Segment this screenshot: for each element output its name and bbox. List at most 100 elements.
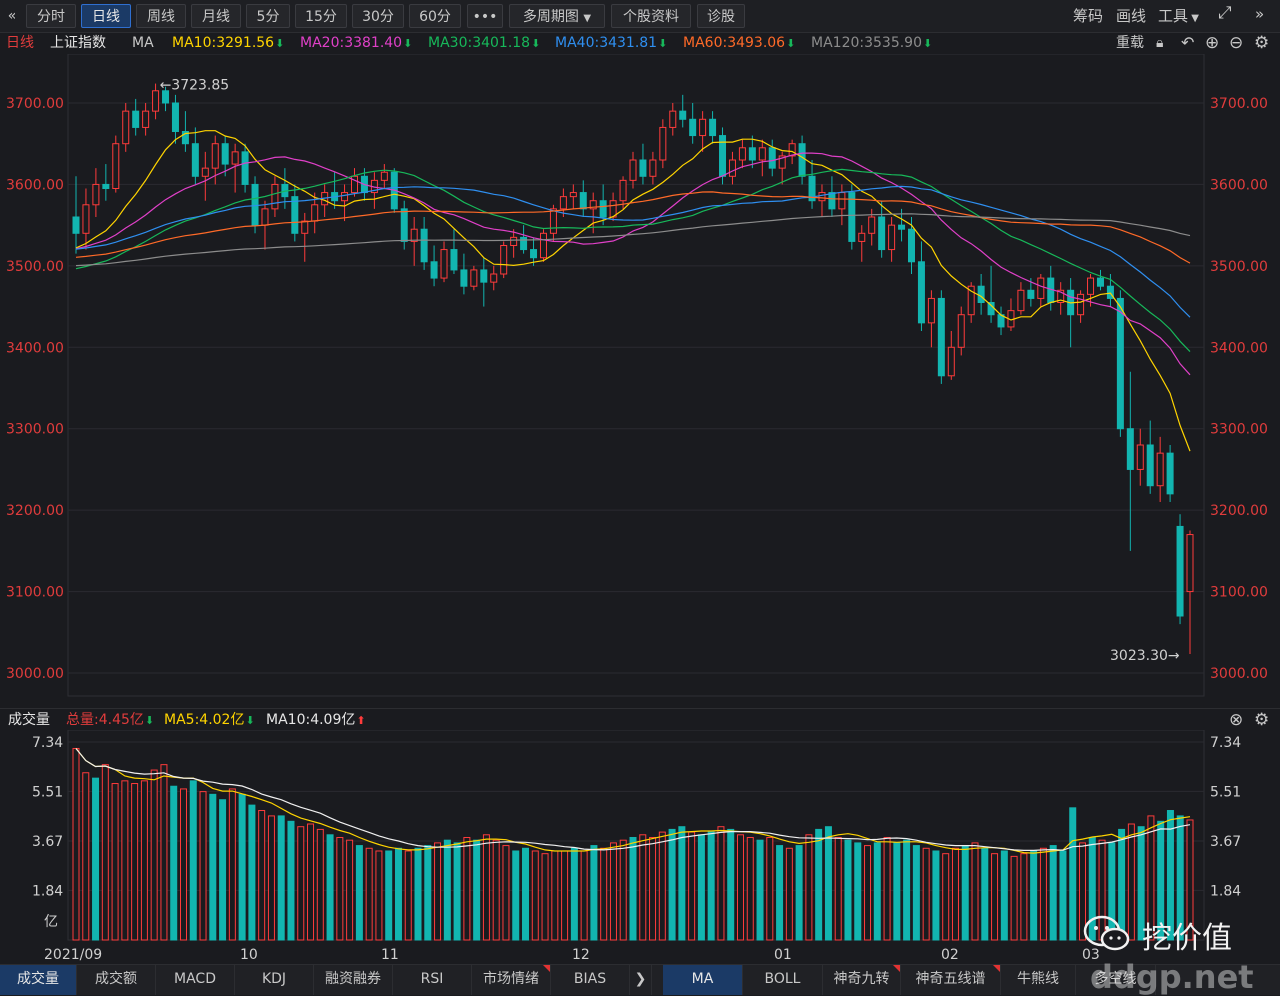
indicator-tab[interactable]: RSI [393, 965, 472, 995]
zoom-in-icon[interactable]: ⊕ [1205, 32, 1219, 54]
tab-60min[interactable]: 60分 [409, 4, 461, 28]
tab-monthly[interactable]: 月线 [191, 4, 241, 28]
candle-body [221, 143, 229, 165]
candle-body [868, 216, 876, 234]
volume-bar [736, 834, 744, 941]
y-tick-label-left: 3300.00 [6, 422, 64, 438]
candle-body [301, 220, 309, 234]
volume-bar [326, 834, 334, 941]
indicator-tabs-bar: 成交量 成交额 MACD KDJ 融资融券 RSI 市场情绪 BIAS ❯ MA BOLL 神奇九… [0, 964, 1280, 995]
overlay-tab[interactable]: 神奇九转 [823, 965, 901, 995]
close-icon[interactable]: ⊗ [1229, 709, 1243, 731]
expand-icon[interactable]: ⤢ [1218, 3, 1232, 23]
candle-body [171, 102, 179, 132]
forward-arrow-icon[interactable]: » [1255, 5, 1264, 23]
indicator-tab[interactable]: MACD [156, 965, 235, 995]
multi-period-dropdown[interactable]: 多周期图 ▼ [509, 4, 605, 28]
candle-body [380, 171, 388, 181]
volume-bar [277, 815, 285, 941]
flag-badge [893, 965, 900, 972]
flag-badge [993, 965, 1000, 972]
volume-bar [219, 799, 227, 941]
volume-bar [463, 836, 471, 941]
indicator-tab[interactable]: 成交额 [77, 965, 156, 995]
volume-bar [815, 828, 823, 941]
volume-bar [942, 853, 950, 941]
overlay-tab[interactable]: BOLL [743, 965, 823, 995]
volume-bar [717, 826, 725, 941]
lock-icon[interactable]: 🔒︎ [1156, 32, 1163, 54]
candle-body [639, 159, 647, 177]
overlay-tab[interactable]: 神奇五线谱 [901, 965, 1001, 995]
overlay-tab[interactable]: 牛熊线 [1001, 965, 1076, 995]
candle-body [1116, 297, 1124, 430]
volume-bar [629, 836, 637, 941]
ma-legend-bar: 日线 上证指数 MA MA10:3291.56⬇ MA20:3381.40⬇ M… [0, 32, 1280, 54]
volume-bar [619, 839, 627, 941]
candle-body [559, 196, 567, 210]
candle-body [947, 346, 955, 377]
vol-y-tick-left: 7.34 [32, 735, 63, 751]
volume-bar [697, 834, 705, 941]
tabs-scroll-right-icon[interactable]: ❯ [630, 965, 652, 995]
candle-body [311, 204, 319, 222]
indicator-tab[interactable]: 融资融券 [314, 965, 393, 995]
draw-line-button[interactable]: 画线 [1116, 5, 1146, 26]
diagnose-button[interactable]: 诊股 [697, 4, 745, 28]
volume-bar [336, 836, 344, 941]
candle-body [798, 143, 806, 177]
ma120-value: MA120:3535.90⬇ [811, 35, 933, 51]
volume-bar [561, 850, 569, 941]
candle-body [500, 245, 508, 275]
volume-title[interactable]: 成交量 [8, 709, 50, 731]
candle-body [530, 249, 538, 259]
candle-body [858, 232, 866, 242]
tools-label: 工具 [1158, 7, 1189, 25]
indicator-tab[interactable]: BIAS [551, 965, 630, 995]
candle-body [92, 183, 100, 206]
settings-gear-icon[interactable]: ⚙ [1254, 32, 1269, 54]
tab-15min[interactable]: 15分 [295, 4, 347, 28]
tools-dropdown[interactable]: 工具 ▼ [1158, 5, 1199, 26]
more-button[interactable]: ••• [467, 4, 503, 28]
candle-body [1156, 452, 1164, 487]
volume-bar [131, 783, 139, 941]
tab-5min[interactable]: 5分 [246, 4, 290, 28]
overlay-tab[interactable]: MA [663, 965, 743, 995]
candle-body [649, 159, 657, 177]
volume-bar [297, 826, 305, 941]
tab-daily[interactable]: 日线 [81, 4, 131, 28]
tab-weekly[interactable]: 周线 [136, 4, 186, 28]
settings-gear-icon[interactable]: ⚙ [1254, 709, 1269, 731]
indicator-tab[interactable]: 成交量 [0, 965, 77, 995]
candle-body [112, 143, 120, 189]
indicator-tab[interactable]: 市场情绪 [472, 965, 551, 995]
back-arrow-icon[interactable]: « [2, 4, 22, 28]
dropdown-caret-icon: ▼ [1188, 13, 1199, 24]
candlestick-chart[interactable]: 3700.00 3700.00 3600.00 3600.00 3500.00 3500.… [0, 54, 1280, 708]
candle-body [758, 147, 766, 161]
zoom-out-icon[interactable]: ⊖ [1229, 32, 1243, 54]
chips-button[interactable]: 筹码 [1073, 5, 1103, 26]
tab-intraday[interactable]: 分时 [26, 4, 76, 28]
volume-bar [756, 839, 764, 941]
stock-info-button[interactable]: 个股资料 [611, 4, 691, 28]
candle-body [728, 159, 736, 177]
volume-bar [981, 847, 989, 941]
volume-bar [92, 777, 100, 941]
candle-body [201, 167, 209, 177]
candle-body [957, 314, 965, 348]
candle-body [629, 159, 637, 181]
index-name[interactable]: 上证指数 [50, 32, 106, 54]
adjust-label[interactable]: 重载 [1116, 32, 1144, 54]
candle-body [709, 118, 717, 137]
candle-body [450, 249, 458, 271]
volume-bar [795, 845, 803, 941]
undo-icon[interactable]: ↶ [1181, 32, 1194, 54]
indicator-tab[interactable]: KDJ [235, 965, 314, 995]
volume-bar [1020, 853, 1028, 941]
tab-30min[interactable]: 30分 [352, 4, 404, 28]
volume-bar [678, 826, 686, 941]
ma-label[interactable]: MA [132, 32, 154, 54]
candle-body [549, 208, 557, 234]
